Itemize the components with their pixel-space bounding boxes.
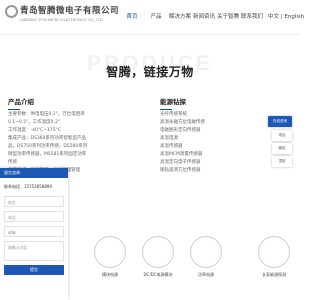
form-contact-phone: 联系电话：15753058890 xyxy=(4,184,52,189)
phone-button[interactable]: 电话 xyxy=(272,130,292,141)
products-title-text: 产品介绍 xyxy=(8,98,34,106)
tech-title: 能源钻探 xyxy=(160,96,186,110)
nav-news[interactable]: 新闻资讯 xyxy=(192,10,216,24)
tech-list: 光纤传感系统 高温永磁方位电磁传感 电磁图形定向传感器 高温电源 高温传感器 高… xyxy=(160,111,250,175)
module-power-icon[interactable] xyxy=(94,236,126,268)
tech-item[interactable]: 随钻遥测方位传感器 xyxy=(160,167,250,175)
lang-separator: | xyxy=(280,14,283,20)
feature-caption: DC/DC电源模块 xyxy=(143,272,173,277)
tech-item[interactable]: 高温电源 xyxy=(160,135,250,143)
hero-section: PRODUCE 智腾，链接万物 xyxy=(0,52,300,88)
feature-caption: 长寿能源探测 xyxy=(262,272,286,277)
tech-item[interactable]: 电磁图形定向传感器 xyxy=(160,127,250,135)
title-underline xyxy=(8,109,20,110)
back-to-top-button[interactable]: 顶部 xyxy=(272,156,292,167)
lang-english[interactable]: English xyxy=(284,14,304,20)
tech-item[interactable]: 光纤传感系统 xyxy=(160,111,250,119)
site-header: 青岛智腾微电子有限公司 QINGDAO ZITN MICRO-ELECTRONI… xyxy=(0,0,304,35)
product-line: 传感 xyxy=(8,160,17,165)
power-supply-icon[interactable] xyxy=(190,236,222,268)
main-nav: 首页 产品 解决方案 新闻资讯 关于智腾 联系我们 xyxy=(120,10,264,24)
products-title: 产品介绍 xyxy=(8,96,34,110)
feature-caption: 模块电源 xyxy=(102,272,118,277)
title-underline xyxy=(160,109,172,110)
name-field[interactable]: 姓名 xyxy=(4,196,64,207)
logo-subtitle: QINGDAO ZITN MICRO-ELECTRONICS CO., LTD xyxy=(20,18,103,22)
product-line: 主要参数：供电电压0.1"，万位电阻串 xyxy=(8,112,85,117)
phone-field[interactable]: 电话 xyxy=(4,211,64,222)
product-line: 品，DS750系列功率传感，DS580系列 xyxy=(8,144,88,149)
nav-about[interactable]: 关于智腾 xyxy=(216,10,240,24)
feature-caption: 功率电源 xyxy=(198,272,214,277)
feature-icons-row: 模块电源 DC/DC电源模块 功率电源 长寿能源探测 xyxy=(0,236,300,300)
lang-chinese[interactable]: 中文 xyxy=(268,14,279,20)
tech-item[interactable]: 高温MCM测量传感器 xyxy=(160,151,250,159)
dcdc-module-icon[interactable] xyxy=(142,236,174,268)
form-header: 留言咨询 xyxy=(0,168,68,178)
product-line: 微型功率传感器，MS581系列固定功率 xyxy=(8,152,87,157)
nav-solutions[interactable]: 解决方案 xyxy=(168,10,192,24)
online-consult-button[interactable]: 在线咨询 xyxy=(268,116,292,127)
product-line: 工作温度：-40°C~175°C xyxy=(8,128,61,133)
nav-contact[interactable]: 联系我们 xyxy=(240,10,264,24)
hero-title: 智腾，链接万物 xyxy=(106,65,194,79)
tech-item[interactable]: 高温永磁方位电磁传感 xyxy=(160,119,250,127)
tech-item[interactable]: 高温传感器 xyxy=(160,143,250,151)
tech-item[interactable]: 高温定向电子传感器 xyxy=(160,159,250,167)
nav-home[interactable]: 首页 xyxy=(120,10,144,24)
tech-title-text: 能源钻探 xyxy=(160,98,186,106)
product-line: 集成产品：DS360系列功率智能型产品 xyxy=(8,136,86,141)
nav-products[interactable]: 产品 xyxy=(144,10,168,24)
energy-detection-icon[interactable] xyxy=(258,236,290,268)
wechat-button[interactable]: 微信 xyxy=(272,143,292,154)
product-line: 0.1~0.5"，工作温度0.2" xyxy=(8,120,60,125)
logo-icon[interactable] xyxy=(5,5,18,18)
language-switch: 中文 | English xyxy=(268,10,304,24)
logo-text[interactable]: 青岛智腾微电子有限公司 xyxy=(20,4,119,16)
